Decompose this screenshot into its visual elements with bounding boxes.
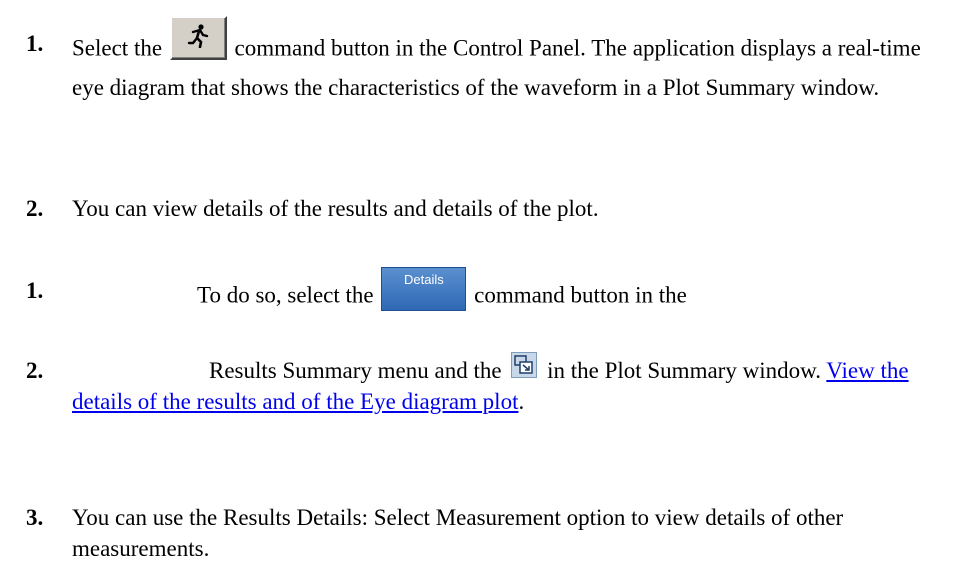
step-text: To do so, select the Details command but… — [197, 267, 937, 319]
step-number: 2. — [26, 196, 44, 221]
step-number: 1. — [26, 31, 44, 56]
expand-plot-icon — [514, 354, 534, 374]
step-text: Results Summary menu and the in the Plot… — [72, 351, 942, 417]
run-button[interactable] — [169, 16, 227, 60]
step-text: You can view details of the results and … — [72, 196, 599, 221]
step-number: 2. — [26, 358, 44, 383]
step-text: Select the command button in the Control… — [72, 16, 942, 103]
step-text: You can use the Results Details: Select … — [72, 505, 844, 561]
details-button[interactable]: Details — [381, 267, 467, 311]
plot-details-button[interactable] — [511, 351, 538, 378]
step-text-after: command button in the — [474, 282, 687, 308]
details-button-label: Details — [403, 272, 444, 287]
running-man-icon — [187, 24, 208, 48]
step-number: 3. — [26, 505, 44, 530]
step-text-before: Results Summary menu and the — [209, 358, 502, 383]
step-number: 1. — [26, 278, 44, 303]
step-text-before: To do so, select the — [197, 282, 374, 308]
link-period: . — [518, 389, 525, 414]
step-text-before: Select the — [72, 35, 163, 61]
step-text-after: in the Plot Summary window. — [547, 358, 821, 383]
